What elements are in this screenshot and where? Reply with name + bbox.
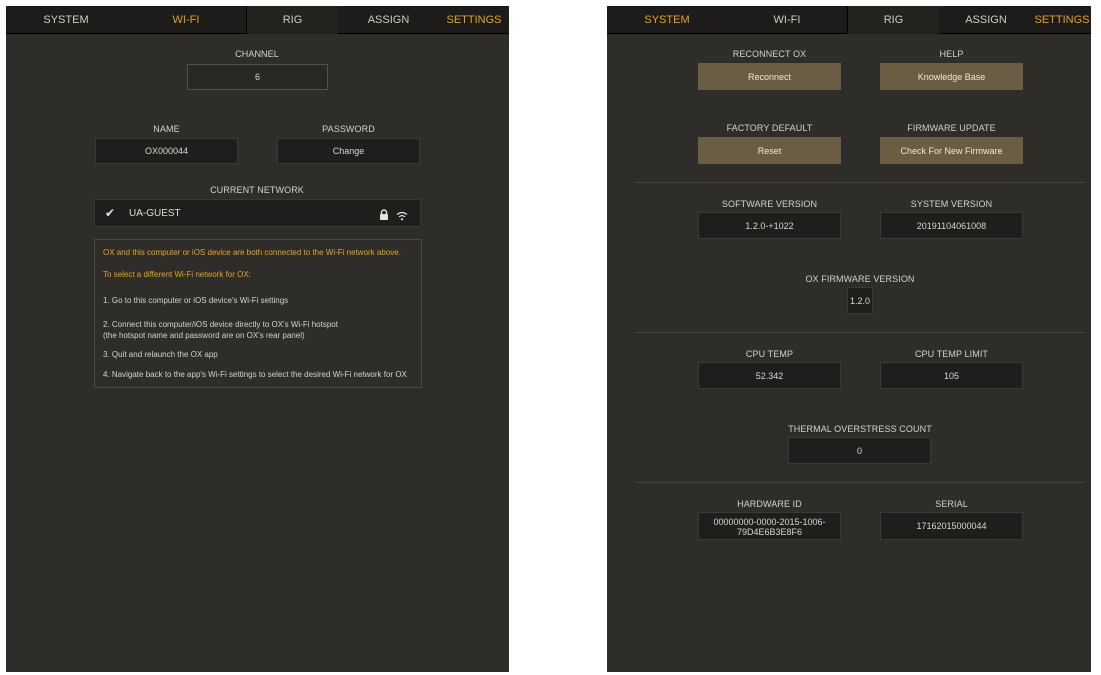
channel-select[interactable]: 6	[187, 64, 328, 90]
cpu-temp-value: 52.342	[698, 362, 841, 389]
check-firmware-button[interactable]: Check For New Firmware	[880, 137, 1023, 164]
wifi-settings-panel: SYSTEM WI-FI RIG ASSIGN SETTINGS CHANNEL…	[6, 6, 509, 672]
section-divider	[635, 332, 1085, 333]
cpu-temp-limit-label: CPU TEMP LIMIT	[914, 349, 989, 359]
name-label: NAME	[153, 124, 180, 134]
system-settings-panel: SYSTEM WI-FI RIG ASSIGN SETTINGS RECONNE…	[607, 6, 1091, 672]
ox-firmware-version-value: 1.2.0	[847, 287, 873, 314]
software-version-label: SOFTWARE VERSION	[721, 199, 818, 209]
system-version-label: SYSTEM VERSION	[910, 199, 993, 209]
tab-wifi[interactable]: WI-FI	[126, 6, 246, 34]
instruction-step-4: 4. Navigate back to the app's Wi-Fi sett…	[103, 370, 407, 379]
tab-wifi[interactable]: WI-FI	[727, 6, 847, 34]
firmware-update-label: FIRMWARE UPDATE	[907, 123, 996, 133]
tab-assign[interactable]: ASSIGN	[939, 6, 1033, 34]
system-version-value: 20191104061008	[880, 212, 1023, 239]
network-instructions-box: OX and this computer or iOS device are b…	[94, 239, 422, 388]
software-version-value: 1.2.0-+1022	[698, 212, 841, 239]
connected-message: OX and this computer or iOS device are b…	[103, 248, 401, 257]
tab-settings[interactable]: SETTINGS	[439, 6, 509, 34]
hardware-id-line-2: 79D4E6B3E8F6	[736, 527, 803, 537]
password-label: PASSWORD	[322, 124, 375, 134]
hardware-id-label: HARDWARE ID	[737, 499, 802, 509]
section-divider	[635, 182, 1085, 183]
tab-assign[interactable]: ASSIGN	[338, 6, 439, 34]
wifi-signal-icon	[396, 208, 408, 226]
factory-default-label: FACTORY DEFAULT	[726, 123, 813, 133]
lock-icon	[379, 207, 389, 225]
thermal-overstress-label: THERMAL OVERSTRESS COUNT	[788, 424, 932, 434]
instruction-step-1: 1. Go to this computer or iOS device's W…	[103, 296, 289, 305]
network-ssid: UA-GUEST	[129, 208, 181, 219]
tab-system[interactable]: SYSTEM	[607, 6, 727, 34]
checkmark-icon: ✔	[105, 206, 116, 220]
tab-rig[interactable]: RIG	[246, 6, 338, 34]
knowledge-base-button[interactable]: Knowledge Base	[880, 63, 1023, 90]
hardware-id-line-1: 00000000-0000-2015-1006-	[713, 517, 826, 527]
section-divider	[635, 482, 1085, 483]
cpu-temp-limit-value: 105	[880, 362, 1023, 389]
tab-bar: SYSTEM WI-FI RIG ASSIGN SETTINGS	[607, 6, 1091, 34]
serial-value: 17162015000044	[880, 512, 1023, 540]
tab-bar: SYSTEM WI-FI RIG ASSIGN SETTINGS	[6, 6, 509, 34]
current-network-row[interactable]: ✔ UA-GUEST	[94, 199, 421, 227]
serial-label: SERIAL	[935, 499, 968, 509]
current-network-label: CURRENT NETWORK	[210, 185, 304, 195]
reconnect-label: RECONNECT OX	[732, 49, 807, 59]
instructions-heading: To select a different Wi-Fi network for …	[103, 270, 251, 279]
cpu-temp-label: CPU TEMP	[745, 349, 794, 359]
device-name-field[interactable]: OX000044	[95, 138, 238, 164]
factory-reset-button[interactable]: Reset	[698, 137, 841, 164]
change-password-button[interactable]: Change	[277, 138, 420, 164]
help-label: HELP	[939, 49, 964, 59]
hardware-id-value: 00000000-0000-2015-1006- 79D4E6B3E8F6	[698, 512, 841, 540]
instruction-step-2: 2. Connect this computer/iOS device dire…	[103, 320, 338, 329]
channel-label: CHANNEL	[235, 49, 279, 59]
instruction-step-3: 3. Quit and relaunch the OX app	[103, 350, 218, 359]
tab-system[interactable]: SYSTEM	[6, 6, 126, 34]
tab-rig[interactable]: RIG	[847, 6, 939, 34]
thermal-overstress-value: 0	[788, 437, 931, 464]
instruction-step-2-note: (the hotspot name and password are on OX…	[103, 331, 305, 340]
ox-firmware-version-label: OX FIRMWARE VERSION	[805, 274, 915, 284]
tab-settings[interactable]: SETTINGS	[1033, 6, 1091, 34]
reconnect-button[interactable]: Reconnect	[698, 63, 841, 90]
